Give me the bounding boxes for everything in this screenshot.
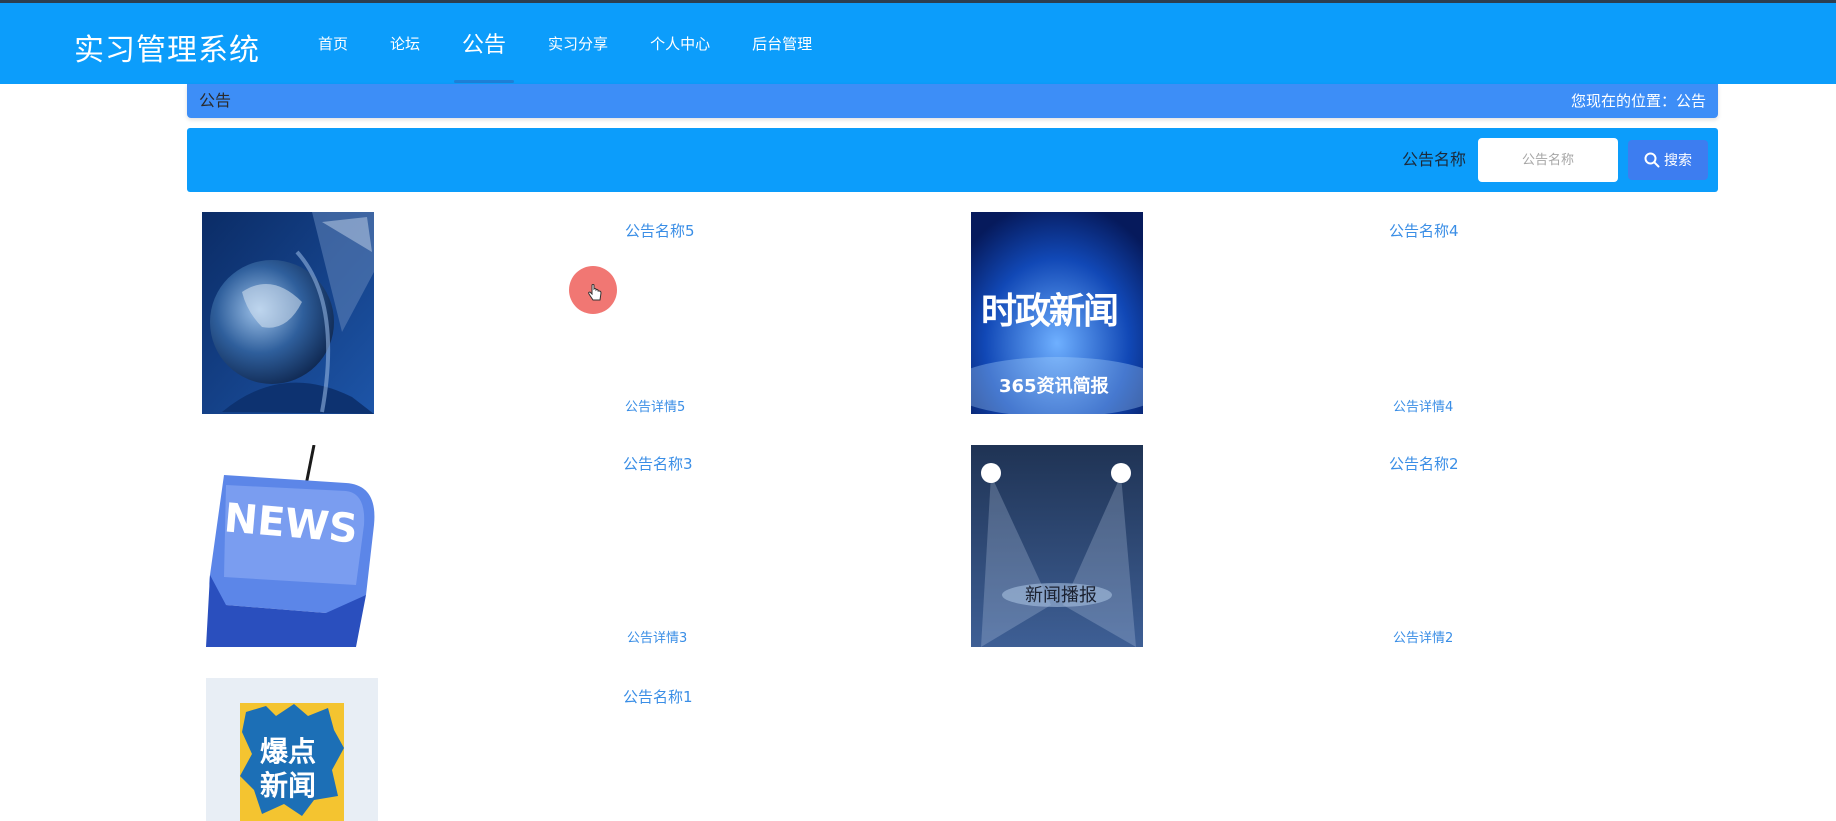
nav-admin[interactable]: 后台管理: [752, 3, 812, 83]
top-navigation-bar: 实习管理系统 首页 论坛 公告 实习分享 个人中心 后台管理: [0, 0, 1836, 84]
notice-image-caption: 时政新闻: [981, 291, 1119, 332]
notice-title[interactable]: 公告名称4: [1389, 220, 1459, 241]
nav-forum[interactable]: 论坛: [390, 3, 420, 83]
notice-image-news-key[interactable]: NEWS: [206, 445, 378, 647]
notice-card[interactable]: 新闻播报 公告名称2 公告详情2: [971, 445, 1731, 655]
notice-card[interactable]: NEWS 公告名称3 公告详情3: [206, 445, 966, 655]
notice-card[interactable]: 爆点 新闻 公告名称1: [206, 678, 966, 821]
notice-card[interactable]: 时政新闻 365资讯简报 公告名称4 公告详情4: [971, 212, 1731, 422]
notice-title[interactable]: 公告名称2: [1389, 453, 1459, 474]
notice-title[interactable]: 公告名称1: [623, 686, 693, 707]
notice-title[interactable]: 公告名称5: [625, 220, 695, 241]
notice-title[interactable]: 公告名称3: [623, 453, 693, 474]
search-button[interactable]: 搜索: [1628, 140, 1708, 180]
page-title: 公告: [199, 91, 232, 110]
notice-detail: 公告详情5: [625, 400, 686, 415]
notice-image-hot-news[interactable]: 爆点 新闻: [206, 678, 378, 821]
nav-announcements[interactable]: 公告: [454, 3, 515, 83]
search-label: 公告名称: [1401, 150, 1466, 169]
notice-image-subcaption: 365资讯简报: [999, 376, 1109, 397]
notice-image-caption: 新闻播报: [1025, 585, 1097, 606]
search-button-label: 搜索: [1664, 153, 1692, 169]
notice-image-news-broadcast[interactable]: 新闻播报: [971, 445, 1143, 647]
search-bar: 公告名称 搜索: [187, 128, 1718, 192]
notice-image-globe[interactable]: [202, 212, 374, 414]
main-nav: 首页 论坛 公告 实习分享 个人中心 后台管理: [318, 3, 854, 83]
search-input[interactable]: [1478, 138, 1618, 182]
notice-image-subcaption: 新闻: [260, 769, 317, 802]
notice-detail: 公告详情2: [1393, 631, 1454, 646]
notice-card[interactable]: 公告名称5 公告详情5: [202, 212, 962, 422]
current-location: 您现在的位置：公告: [1570, 92, 1706, 110]
nav-home[interactable]: 首页: [318, 3, 348, 83]
hand-pointer-icon: [588, 284, 602, 301]
click-marker: [569, 266, 617, 314]
nav-internship-share[interactable]: 实习分享: [548, 3, 608, 83]
breadcrumb: 公告 您现在的位置：公告: [187, 84, 1718, 118]
search-icon: [1644, 152, 1660, 168]
notice-detail: 公告详情3: [627, 631, 688, 646]
site-brand[interactable]: 实习管理系统: [74, 25, 260, 69]
notice-detail: 公告详情4: [1393, 400, 1454, 415]
nav-personal-center[interactable]: 个人中心: [650, 3, 710, 83]
notice-image-politics-news[interactable]: 时政新闻 365资讯简报: [971, 212, 1143, 414]
